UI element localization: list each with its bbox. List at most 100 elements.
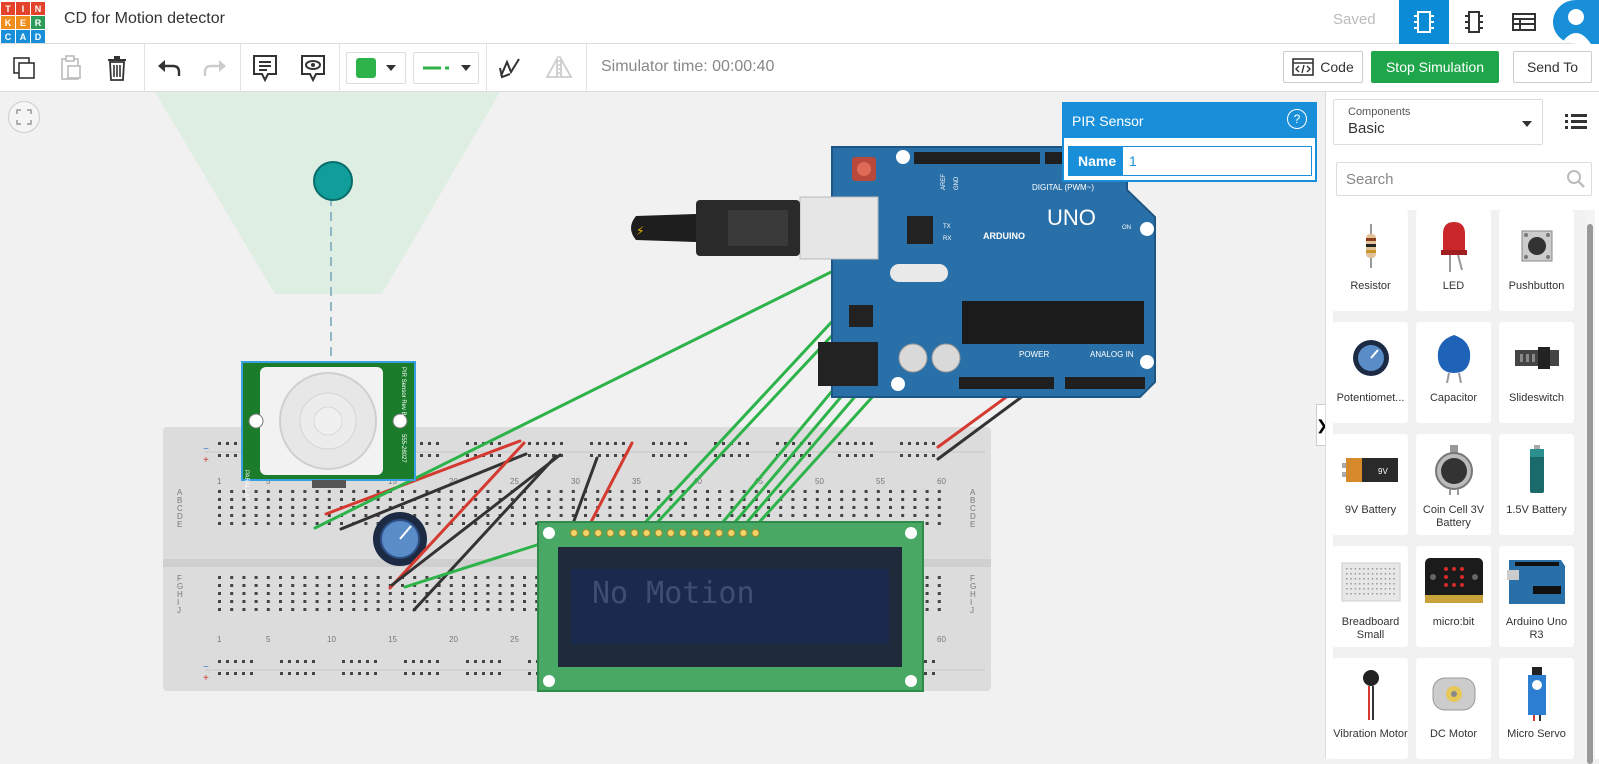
logo-letter: I (16, 2, 30, 15)
paste-icon (61, 55, 81, 80)
name-input[interactable]: 1 (1123, 147, 1311, 175)
servo-icon (1527, 667, 1546, 721)
undo-icon (158, 60, 181, 76)
redo-button[interactable] (199, 52, 231, 84)
component-list-button[interactable] (1499, 0, 1549, 44)
component-slideswitch[interactable]: Slideswitch (1499, 322, 1574, 423)
stop-simulation-button[interactable]: Stop Simulation (1371, 51, 1499, 83)
breadboard-label: 35 (632, 477, 641, 486)
breadboard-label: E (177, 520, 182, 529)
flip-button[interactable] (543, 52, 575, 84)
toolbar-divider (586, 44, 587, 91)
components-panel: Components Basic Resistor LED Pushbutton… (1325, 92, 1599, 759)
send-to-button[interactable]: Send To (1513, 51, 1592, 83)
workplane[interactable]: − + − + 11551010151520202525303035354040… (0, 92, 1325, 759)
dc-motor-icon (1432, 677, 1475, 711)
tile-label: Resistor (1350, 280, 1391, 292)
tile-label: micro:bit (1432, 616, 1475, 628)
code-button[interactable]: Code (1283, 51, 1363, 83)
tinkercad-logo[interactable]: T I N K E R C A D (0, 0, 46, 44)
arduino-uno[interactable]: UNO ARDUINO DIGITAL (PWM~) POWER ANALOG … (818, 146, 1156, 398)
led-icon (1440, 222, 1467, 272)
rx-label: RX (943, 236, 951, 242)
arduino-model-label: UNO (1047, 205, 1096, 230)
component-search (1336, 162, 1592, 196)
component-9v-battery[interactable]: 9V 9V Battery (1333, 434, 1408, 535)
inspector-title: PIR Sensor (1072, 113, 1144, 129)
design-title[interactable]: CD for Motion detector (64, 10, 225, 28)
svg-text:+: + (203, 455, 209, 466)
component-1-5v-battery[interactable]: 1.5V Battery (1499, 434, 1574, 535)
breadboard-label: 50 (815, 477, 824, 486)
user-avatar[interactable] (1553, 0, 1599, 44)
components-dropdown-value: Basic (1348, 120, 1385, 137)
component-breadboard-small[interactable]: Breadboard Small (1333, 546, 1408, 647)
component-microbit[interactable]: micro:bit (1416, 546, 1491, 647)
tile-label: Vibration Motor (1333, 728, 1408, 740)
rotate-button[interactable] (494, 52, 526, 84)
breadboard-label: 30 (571, 477, 580, 486)
search-icon[interactable] (1567, 170, 1585, 188)
logo-letter: D (31, 30, 45, 43)
search-input[interactable] (1337, 163, 1557, 195)
breadboard-label: 1 (217, 477, 222, 486)
tile-label: Arduino Uno R3 (1505, 616, 1568, 641)
scrollbar-thumb[interactable] (1587, 224, 1593, 764)
microbit-icon (1424, 558, 1483, 603)
schematic-view-button[interactable] (1449, 0, 1499, 44)
logo-letter: R (31, 16, 45, 29)
resistor-icon (1365, 224, 1376, 268)
send-to-label: Send To (1526, 59, 1579, 75)
tile-label: DC Motor (1429, 728, 1478, 740)
power-label: POWER (1019, 350, 1049, 359)
pushbutton-icon (1521, 230, 1552, 262)
delete-button[interactable] (101, 52, 133, 84)
wire-line-icon (423, 66, 449, 70)
usb-cable: ⚡ (631, 196, 879, 260)
breadboard-label: E (970, 520, 975, 529)
component-potentiometer[interactable]: Potentiomet... (1333, 322, 1408, 423)
breadboard-icon (1341, 562, 1400, 602)
svg-text:−: − (203, 662, 209, 673)
logo-letter: T (1, 2, 15, 15)
component-coin-cell[interactable]: Coin Cell 3V Battery (1416, 434, 1491, 535)
component-pushbutton[interactable]: Pushbutton (1499, 210, 1574, 311)
color-swatch (356, 58, 376, 78)
toolbar: Simulator time: 00:00:40 Code Stop Simul… (0, 44, 1599, 92)
chip-icon (1465, 11, 1483, 33)
component-resistor[interactable]: Resistor (1333, 210, 1408, 311)
panel-scrollbar[interactable] (1585, 210, 1595, 764)
rotate-icon (499, 58, 520, 79)
chevron-down-icon (386, 65, 396, 71)
components-dropdown-label: Components (1348, 106, 1411, 118)
components-dropdown[interactable]: Components Basic (1333, 99, 1543, 145)
list-view-button[interactable] (1565, 113, 1587, 131)
breadboard-label: 55 (876, 477, 885, 486)
wire-color-picker[interactable] (346, 52, 406, 84)
help-icon[interactable]: ? (1287, 109, 1307, 129)
breadboard-label: 25 (510, 477, 519, 486)
component-micro-servo[interactable]: Micro Servo (1499, 658, 1574, 759)
component-led[interactable]: LED (1416, 210, 1491, 311)
component-capacitor[interactable]: Capacitor (1416, 322, 1491, 423)
paste-button[interactable] (54, 52, 86, 84)
battery-9v-icon: 9V (1341, 458, 1398, 482)
copy-button[interactable] (8, 52, 40, 84)
pir-sensor[interactable] (241, 361, 416, 488)
circuit-view-button[interactable] (1399, 0, 1449, 44)
component-arduino-uno[interactable]: Arduino Uno R3 (1499, 546, 1574, 647)
component-dc-motor[interactable]: DC Motor (1416, 658, 1491, 759)
redo-icon (203, 60, 226, 76)
breadboard-label: 20 (449, 635, 458, 644)
motion-object[interactable] (313, 161, 353, 201)
toggle-notes-button[interactable] (297, 52, 329, 84)
breadboard-label: J (970, 606, 974, 615)
battery-aa-icon (1529, 445, 1544, 493)
chevron-down-icon (461, 65, 471, 71)
wire-type-picker[interactable] (413, 52, 479, 84)
undo-button[interactable] (153, 52, 185, 84)
notes-button[interactable] (249, 52, 281, 84)
svg-text:+: + (203, 673, 209, 684)
svg-text:9V: 9V (1378, 467, 1388, 476)
component-vibration-motor[interactable]: Vibration Motor (1333, 658, 1408, 759)
